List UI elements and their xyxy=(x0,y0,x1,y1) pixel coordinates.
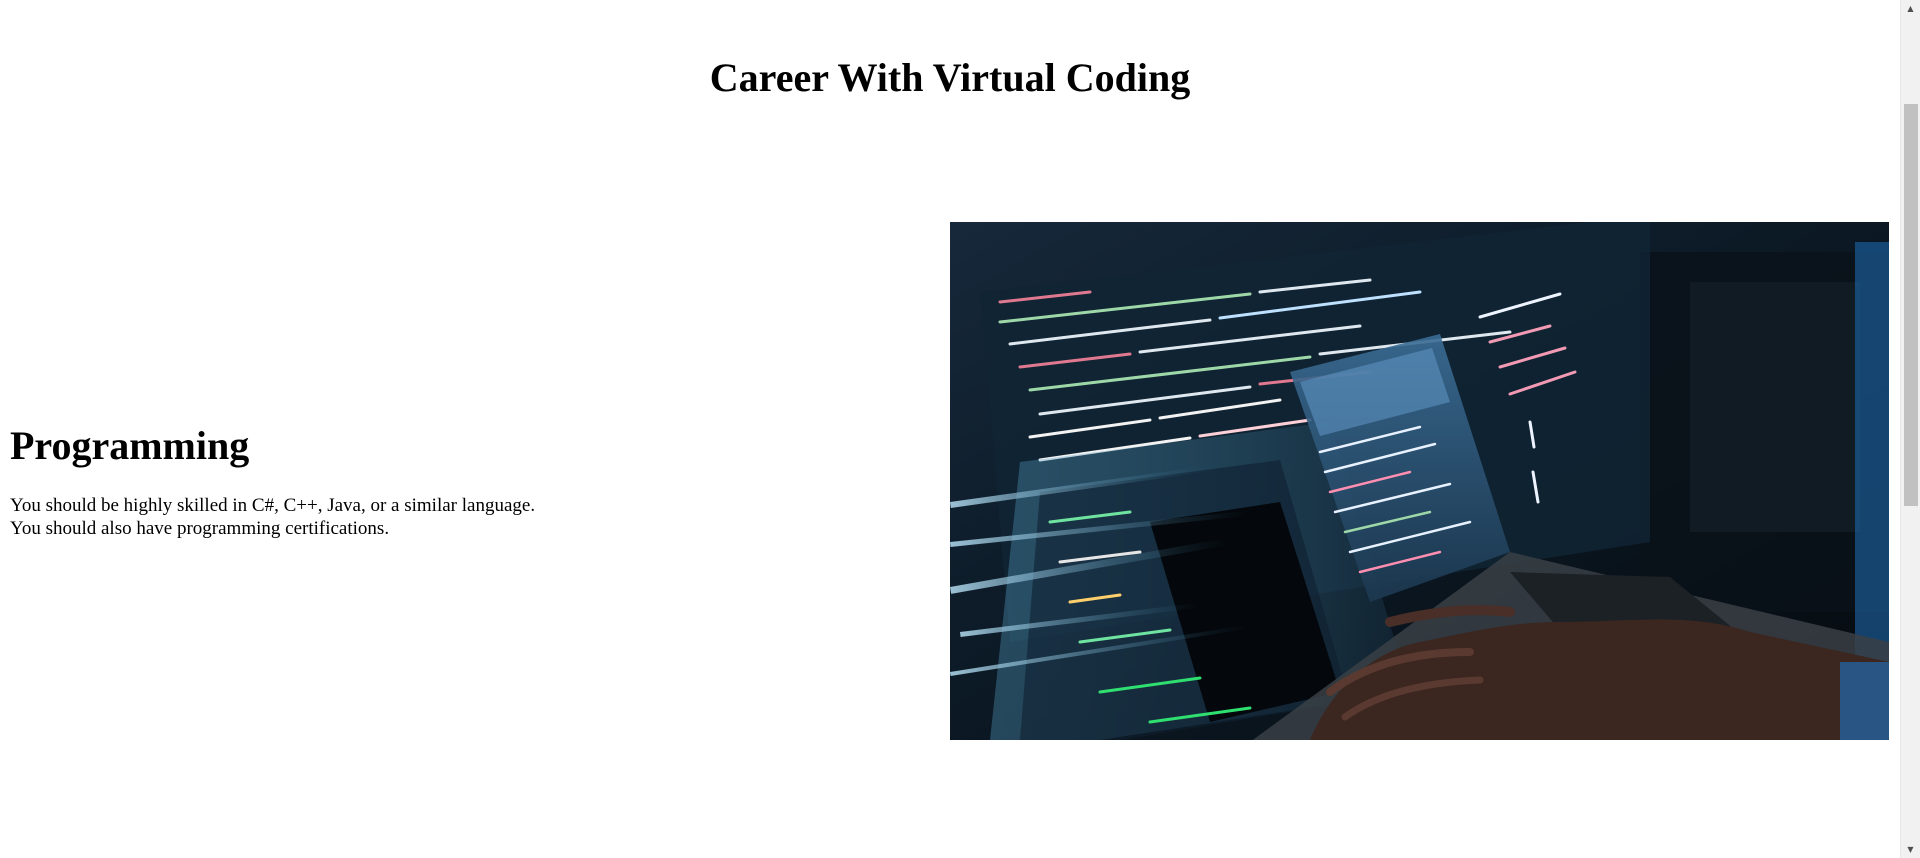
page-title: Career With Virtual Coding xyxy=(709,55,1191,100)
section-description-line-1: You should be highly skilled in C#, C++,… xyxy=(10,495,536,516)
coding-hero-image xyxy=(950,222,1889,740)
coding-illustration xyxy=(950,222,1889,740)
scroll-down-arrow-icon[interactable]: ▼ xyxy=(1901,841,1920,858)
section-text: Programming You should be highly skilled… xyxy=(10,222,930,740)
section-description-line-2: You should also have programming certifi… xyxy=(10,518,390,539)
scroll-up-arrow-icon[interactable]: ▲ xyxy=(1901,0,1920,17)
vertical-scrollbar[interactable]: ▲ ▼ xyxy=(1900,0,1920,858)
programming-section: Programming You should be highly skilled… xyxy=(0,222,1900,740)
section-heading: Programming xyxy=(10,423,250,468)
page: Career With Virtual Coding Programming Y… xyxy=(0,0,1900,858)
scroll-thumb[interactable] xyxy=(1904,104,1918,506)
